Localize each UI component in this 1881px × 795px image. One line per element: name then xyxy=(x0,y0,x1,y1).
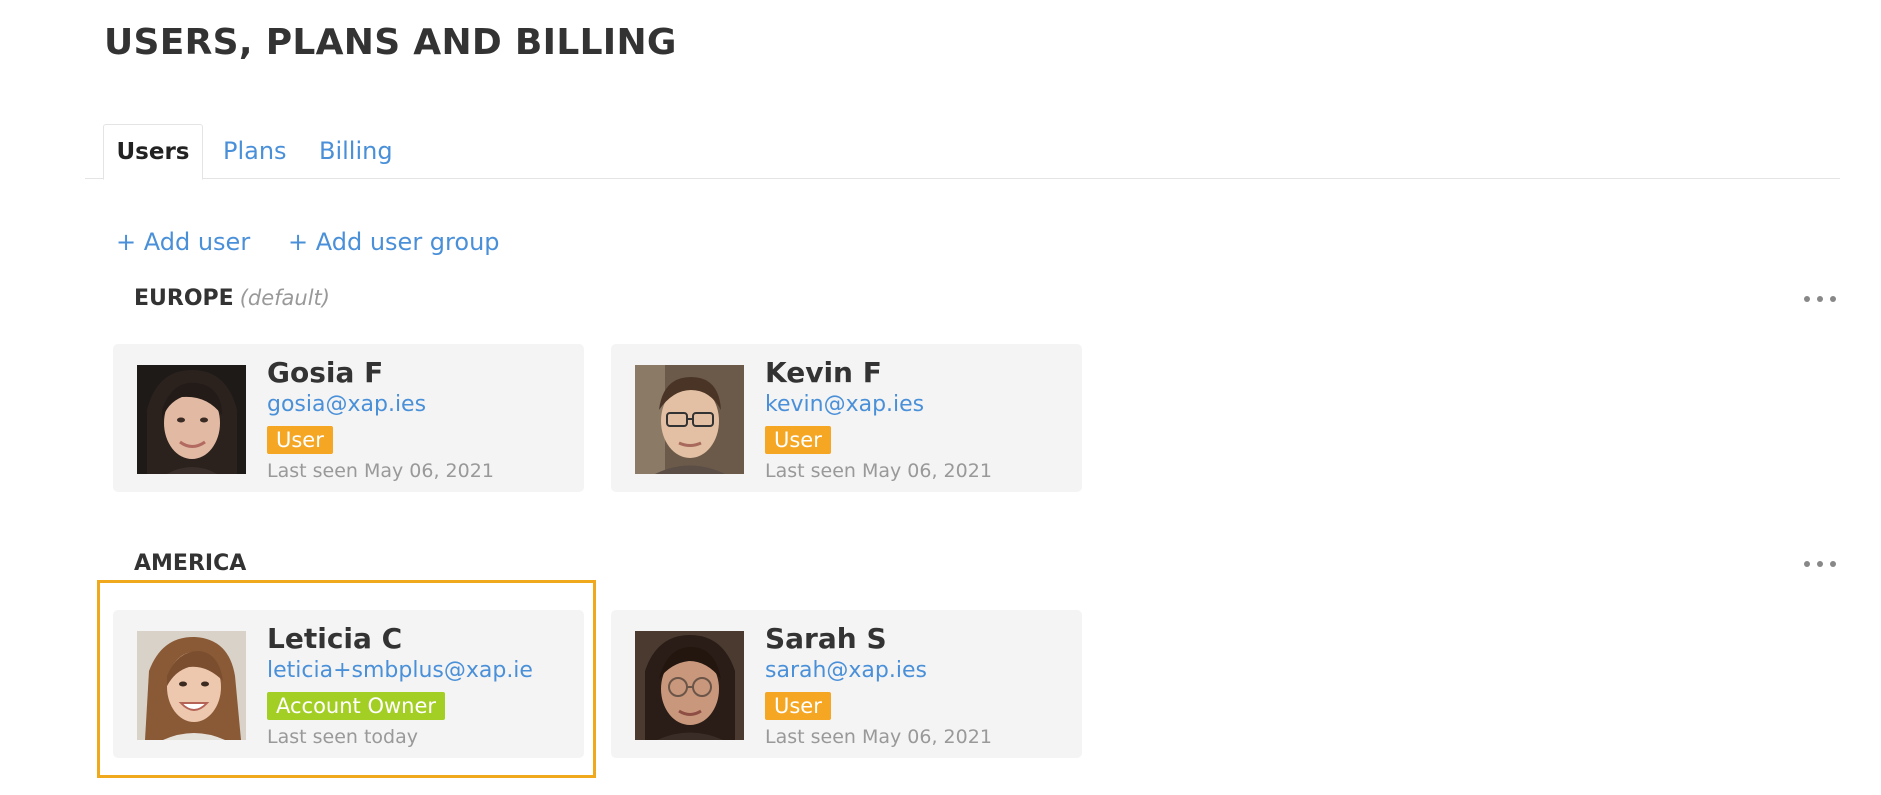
last-seen: Last seen May 06, 2021 xyxy=(267,460,494,482)
group-name: EUROPE xyxy=(134,286,234,311)
last-seen: Last seen May 06, 2021 xyxy=(765,726,992,748)
tab-users[interactable]: Users xyxy=(103,124,203,180)
avatar xyxy=(635,631,744,740)
more-dot-icon xyxy=(1804,561,1810,567)
group-more-button[interactable] xyxy=(1804,292,1836,306)
user-card[interactable]: Kevin F kevin@xap.ies User Last seen May… xyxy=(611,344,1082,492)
group-header-america: AMERICA xyxy=(134,551,246,576)
more-dot-icon xyxy=(1830,296,1836,302)
user-email-link[interactable]: sarah@xap.ies xyxy=(765,658,927,683)
tab-bar: Users Plans Billing xyxy=(85,124,1840,180)
last-seen: Last seen today xyxy=(267,726,418,748)
avatar xyxy=(137,631,246,740)
page-title: USERS, PLANS AND BILLING xyxy=(104,22,677,63)
more-dot-icon xyxy=(1804,296,1810,302)
add-user-link[interactable]: + Add user xyxy=(116,228,250,256)
last-seen: Last seen May 06, 2021 xyxy=(765,460,992,482)
more-dot-icon xyxy=(1830,561,1836,567)
role-badge: Account Owner xyxy=(267,692,446,720)
user-card[interactable]: Leticia C leticia+smbplus@xap.ie Account… xyxy=(113,610,584,758)
user-card[interactable]: Gosia F gosia@xap.ies User Last seen May… xyxy=(113,344,584,492)
add-user-group-link[interactable]: + Add user group xyxy=(288,228,500,256)
role-badge: User xyxy=(765,692,831,720)
user-card[interactable]: Sarah S sarah@xap.ies User Last seen May… xyxy=(611,610,1082,758)
avatar xyxy=(635,365,744,474)
user-name: Leticia C xyxy=(267,622,403,655)
group-more-button[interactable] xyxy=(1804,557,1836,571)
tab-billing[interactable]: Billing xyxy=(319,124,393,178)
user-name: Kevin F xyxy=(765,356,882,389)
user-name: Gosia F xyxy=(267,356,384,389)
user-email-link[interactable]: leticia+smbplus@xap.ie xyxy=(267,658,533,683)
role-badge: User xyxy=(765,426,831,454)
tab-plans[interactable]: Plans xyxy=(223,124,287,178)
more-dot-icon xyxy=(1817,561,1823,567)
user-email-link[interactable]: gosia@xap.ies xyxy=(267,392,426,417)
group-name: AMERICA xyxy=(134,551,247,576)
avatar xyxy=(137,365,246,474)
role-badge: User xyxy=(267,426,333,454)
user-name: Sarah S xyxy=(765,622,887,655)
group-header-europe: EUROPE (default) xyxy=(134,286,330,311)
more-dot-icon xyxy=(1817,296,1823,302)
default-tag: (default) xyxy=(239,286,330,310)
user-email-link[interactable]: kevin@xap.ies xyxy=(765,392,924,417)
